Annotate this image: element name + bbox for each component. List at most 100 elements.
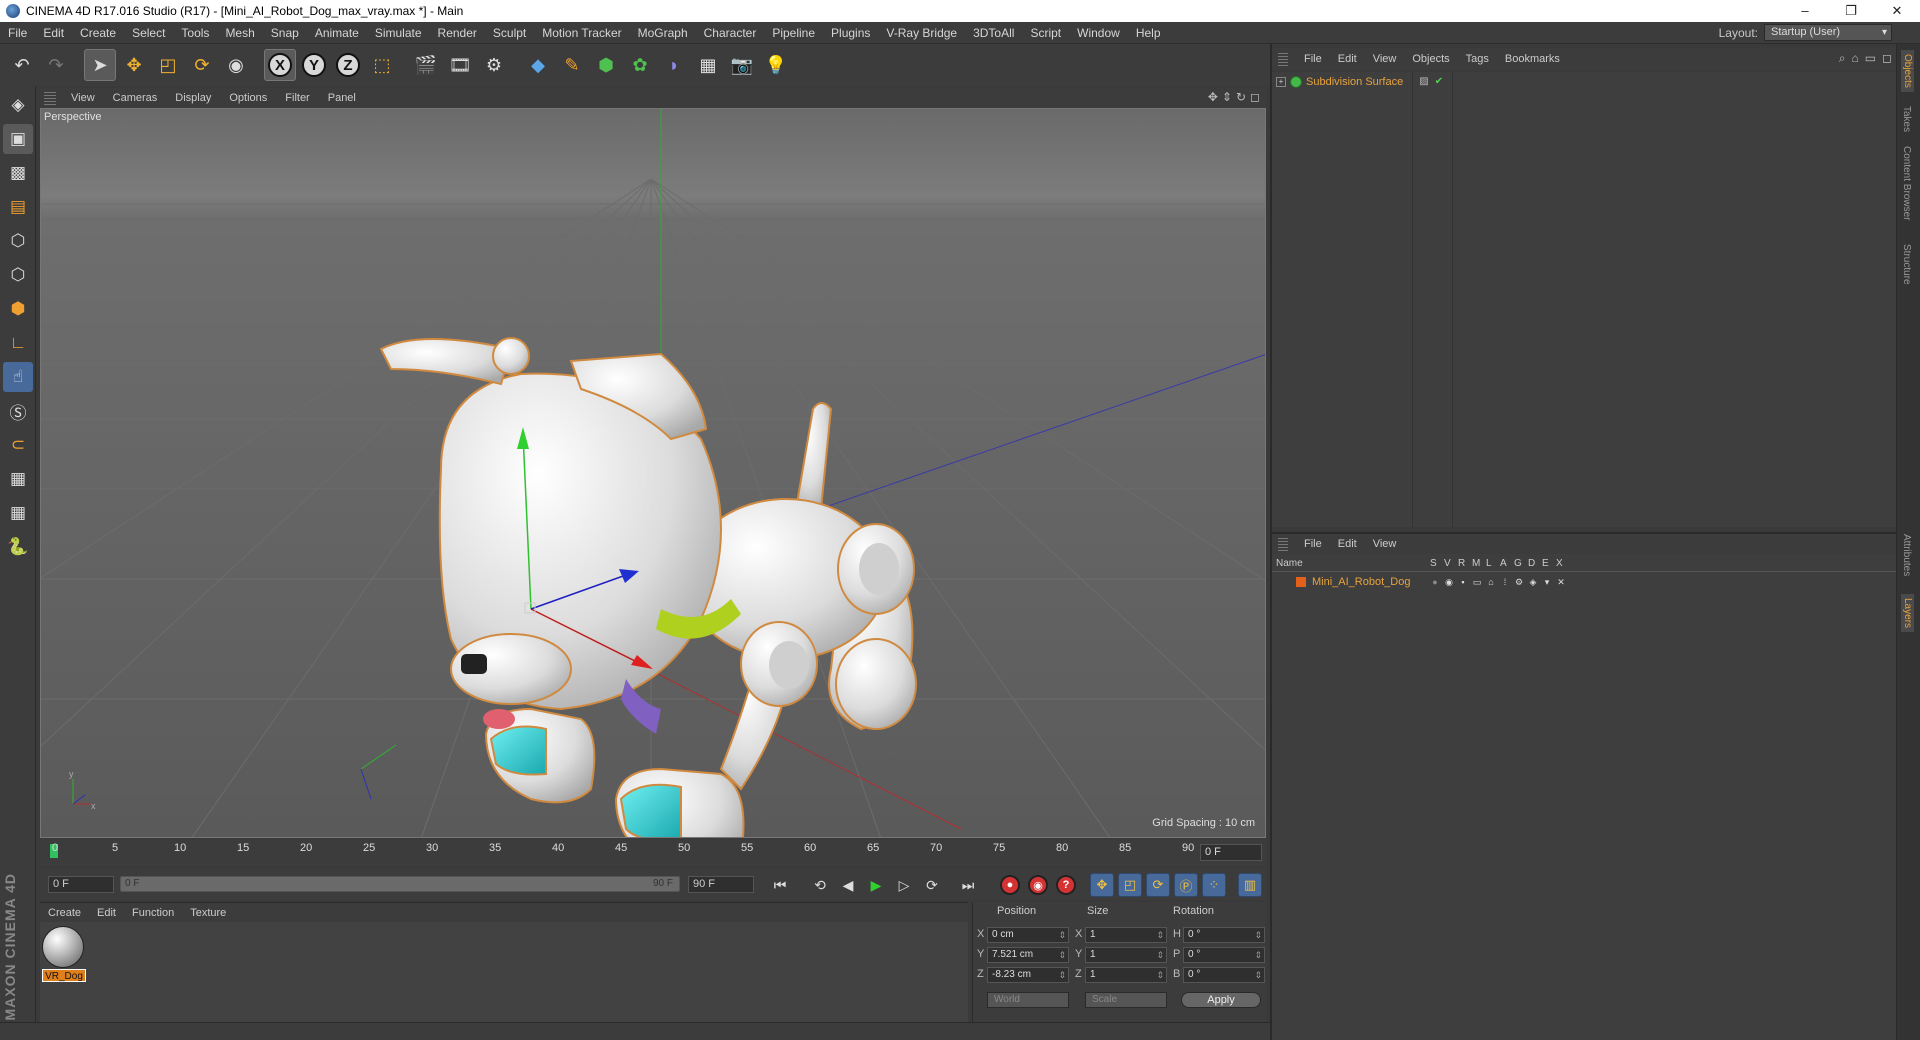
tab-attributes[interactable]: Attributes — [1901, 534, 1912, 576]
timeline-ruler[interactable]: 0 5 10 15 20 25 30 35 40 45 50 55 60 65 … — [40, 840, 1266, 866]
material-menu-create[interactable]: Create — [40, 907, 89, 919]
record-rotation-icon[interactable]: ⟳ — [1146, 873, 1170, 897]
go-to-end-icon[interactable]: ⏭ — [956, 873, 980, 897]
previous-frame-icon[interactable]: ◀ — [836, 873, 860, 897]
move-icon[interactable]: ✥ — [118, 49, 150, 81]
position-z-field[interactable]: -8.23 cm — [987, 967, 1069, 983]
menu-mesh[interactable]: Mesh — [217, 26, 262, 40]
rotation-b-field[interactable]: 0 ° — [1183, 967, 1265, 983]
layers-menu-view[interactable]: View — [1365, 538, 1405, 550]
z-axis-lock-button[interactable]: Z — [332, 49, 364, 81]
size-y-field[interactable]: 1 — [1085, 947, 1167, 963]
material-menu-edit[interactable]: Edit — [89, 907, 124, 919]
panel-grip[interactable] — [44, 91, 56, 105]
make-editable-icon[interactable]: ◈ — [3, 90, 33, 120]
redo-icon[interactable]: ↷ — [40, 49, 72, 81]
y-axis-lock-button[interactable]: Y — [298, 49, 330, 81]
objects-menu-bookmarks[interactable]: Bookmarks — [1497, 53, 1568, 65]
viewport-menu-view[interactable]: View — [62, 92, 104, 104]
3d-viewport[interactable]: y x Perspective Grid Spacing : 10 cm — [40, 108, 1266, 838]
viewport-menu-cameras[interactable]: Cameras — [104, 92, 167, 104]
layers-menu-file[interactable]: File — [1296, 538, 1330, 550]
close-button[interactable]: ✕ — [1874, 0, 1920, 22]
animation-icon[interactable]: ⁞ — [1500, 577, 1510, 587]
home-icon[interactable]: ⌂ — [1851, 51, 1858, 66]
workplane-mode-icon[interactable]: ▤ — [3, 192, 33, 222]
rotation-h-field[interactable]: 0 ° — [1183, 927, 1265, 943]
select-arrow-icon[interactable]: ➤ — [84, 49, 116, 81]
expression-icon[interactable]: ▾ — [1542, 577, 1552, 587]
panel-grip[interactable] — [1278, 537, 1288, 551]
menu-sculpt[interactable]: Sculpt — [485, 26, 534, 40]
viewport-menu-panel[interactable]: Panel — [319, 92, 365, 104]
rotate-icon[interactable]: ⟳ — [186, 49, 218, 81]
object-row[interactable]: + Subdivision Surface — [1276, 76, 1403, 88]
next-key-icon[interactable]: ⟳ — [920, 873, 944, 897]
search-icon[interactable]: ⌕ — [1839, 51, 1846, 66]
position-x-field[interactable]: 0 cm — [987, 927, 1069, 943]
render-settings-icon[interactable]: ⚙ — [478, 49, 510, 81]
position-y-field[interactable]: 7.521 cm — [987, 947, 1069, 963]
objects-menu-objects[interactable]: Objects — [1404, 53, 1457, 65]
autokeying-icon[interactable]: ◉ — [1028, 875, 1048, 895]
record-position-icon[interactable]: ✥ — [1090, 873, 1114, 897]
deformer-icon[interactable]: ◗ — [658, 49, 690, 81]
enabled-check-icon[interactable]: ✔ — [1433, 76, 1445, 88]
menu-file[interactable]: File — [0, 26, 35, 40]
undo-icon[interactable]: ↶ — [6, 49, 38, 81]
layout-dropdown[interactable]: Startup (User) — [1764, 24, 1892, 41]
record-parameter-icon[interactable]: Ⓟ — [1174, 873, 1198, 897]
menu-select[interactable]: Select — [124, 26, 173, 40]
menu-vray-bridge[interactable]: V-Ray Bridge — [878, 26, 965, 40]
expand-toggle[interactable]: + — [1276, 77, 1286, 87]
layer-name[interactable]: Mini_AI_Robot_Dog — [1312, 576, 1410, 588]
texture-mode-icon[interactable]: ▩ — [3, 158, 33, 188]
polygons-mode-icon[interactable]: ⬢ — [3, 294, 33, 324]
objects-menu-tags[interactable]: Tags — [1458, 53, 1497, 65]
menu-3dtoall[interactable]: 3DToAll — [965, 26, 1022, 40]
live-selection-icon[interactable]: ◉ — [220, 49, 252, 81]
layer-row[interactable]: Mini_AI_Robot_Dog ● ◉ ▪ ▭ ⌂ ⁞ ⚙ ◈ ▾ ✕ — [1272, 574, 1896, 590]
python-icon[interactable]: 🐍 — [3, 532, 33, 562]
menu-edit[interactable]: Edit — [35, 26, 72, 40]
cube-primitive-icon[interactable]: ◆ — [522, 49, 554, 81]
viewport-menu-display[interactable]: Display — [166, 92, 220, 104]
layer-flag-icon[interactable]: ▨ — [1418, 76, 1430, 88]
snap-icon[interactable]: Ⓢ — [3, 396, 33, 426]
record-point-level-icon[interactable]: ⁘ — [1202, 873, 1226, 897]
tab-content-browser[interactable]: Content Browser — [1901, 146, 1912, 220]
menu-render[interactable]: Render — [430, 26, 485, 40]
minimize-button[interactable]: – — [1782, 0, 1828, 22]
zoom-view-icon[interactable]: ⇕ — [1222, 90, 1232, 104]
manager-icon[interactable]: ▭ — [1472, 577, 1482, 587]
collapse-icon[interactable]: ▭ — [1865, 51, 1876, 66]
current-frame-field[interactable]: 0 F — [1200, 844, 1262, 861]
end-frame-field[interactable]: 90 F — [688, 876, 754, 893]
camera-label[interactable]: Perspective — [44, 111, 101, 123]
menu-simulate[interactable]: Simulate — [367, 26, 430, 40]
menu-help[interactable]: Help — [1128, 26, 1169, 40]
render-icon[interactable]: ▪ — [1458, 577, 1468, 587]
scale-icon[interactable]: ◰ — [152, 49, 184, 81]
menu-animate[interactable]: Animate — [307, 26, 367, 40]
menu-window[interactable]: Window — [1069, 26, 1128, 40]
next-frame-icon[interactable]: ▷ — [892, 873, 916, 897]
locked-workplane-icon[interactable]: ▦ — [3, 498, 33, 528]
viewport-menu-options[interactable]: Options — [220, 92, 276, 104]
panel-grip[interactable] — [1278, 52, 1288, 66]
menu-character[interactable]: Character — [696, 26, 765, 40]
record-scale-icon[interactable]: ◰ — [1118, 873, 1142, 897]
menu-create[interactable]: Create — [72, 26, 124, 40]
subdivision-surface-icon[interactable]: ⬢ — [590, 49, 622, 81]
tab-structure[interactable]: Structure — [1901, 244, 1912, 285]
deformer-icon[interactable]: ◈ — [1528, 577, 1538, 587]
material-swatch[interactable]: VR_Dog — [42, 926, 86, 982]
previous-key-icon[interactable]: ⟲ — [808, 873, 832, 897]
solo-dot-icon[interactable]: ● — [1430, 577, 1440, 587]
keyframe-selection-icon[interactable]: ? — [1056, 875, 1076, 895]
camera-icon[interactable]: 📷 — [726, 49, 758, 81]
light-icon[interactable]: 💡 — [760, 49, 792, 81]
object-name[interactable]: Subdivision Surface — [1306, 76, 1403, 88]
x-axis-lock-button[interactable]: X — [264, 49, 296, 81]
tweak-mode-icon[interactable]: ☝ — [3, 362, 33, 392]
